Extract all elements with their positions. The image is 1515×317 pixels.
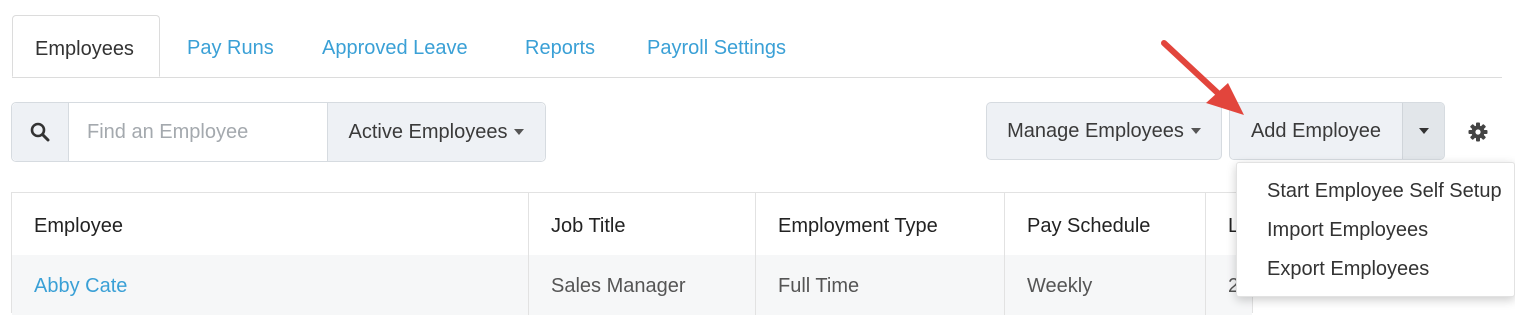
tab-bar: Employees Pay Runs Approved Leave Report…	[12, 15, 1502, 78]
column-header-employment-type[interactable]: Employment Type	[756, 193, 1005, 255]
tab-payroll-settings[interactable]: Payroll Settings	[647, 15, 786, 77]
tab-reports[interactable]: Reports	[525, 15, 595, 77]
tab-approved-leave[interactable]: Approved Leave	[322, 15, 468, 77]
gear-icon[interactable]	[1466, 120, 1490, 144]
search-icon	[30, 122, 50, 142]
add-employee-menu: Start Employee Self Setup Import Employe…	[1236, 162, 1515, 297]
add-employee-dropdown-toggle[interactable]	[1402, 103, 1444, 159]
table-header: Employee Job Title Employment Type Pay S…	[12, 193, 1252, 256]
employees-table: Employee Job Title Employment Type Pay S…	[11, 192, 1253, 315]
add-employee-split-button: Add Employee	[1229, 102, 1445, 160]
active-employees-filter[interactable]: Active Employees	[327, 103, 545, 161]
employee-name-link[interactable]: Abby Cate	[12, 255, 529, 315]
job-title-cell: Sales Manager	[529, 255, 756, 315]
search-button[interactable]	[12, 103, 69, 161]
filter-label: Active Employees	[348, 120, 508, 143]
column-header-pay-schedule[interactable]: Pay Schedule	[1005, 193, 1206, 255]
tab-employees[interactable]: Employees	[12, 15, 160, 77]
pay-schedule-cell: Weekly	[1005, 255, 1206, 315]
tab-pay-runs[interactable]: Pay Runs	[187, 15, 274, 77]
search-input[interactable]	[69, 103, 327, 161]
employment-type-cell: Full Time	[756, 255, 1005, 315]
column-header-job-title[interactable]: Job Title	[529, 193, 756, 255]
menu-item-start-self-setup[interactable]: Start Employee Self Setup	[1267, 180, 1502, 203]
menu-item-export-employees[interactable]: Export Employees	[1267, 258, 1429, 281]
employee-search-group: Active Employees	[11, 102, 546, 162]
chevron-down-icon	[514, 129, 525, 135]
chevron-down-icon	[1190, 128, 1201, 134]
column-header-employee[interactable]: Employee	[12, 193, 529, 255]
chevron-down-icon	[1418, 128, 1429, 134]
annotation-arrow-icon	[1161, 40, 1244, 115]
menu-item-import-employees[interactable]: Import Employees	[1267, 219, 1428, 242]
